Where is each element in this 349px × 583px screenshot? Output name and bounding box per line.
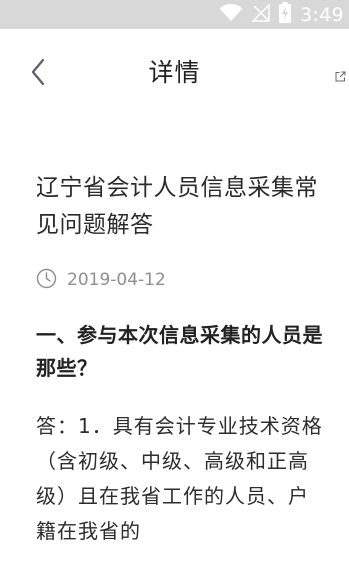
page-title: 详情 bbox=[148, 58, 201, 87]
article-meta: 2019-04-12 bbox=[36, 268, 326, 292]
status-time: 3:49 bbox=[300, 3, 344, 26]
wifi-icon bbox=[219, 3, 243, 26]
battery-charging-icon bbox=[279, 2, 292, 27]
question-heading: 一、参与本次信息采集的人员是那些？ bbox=[36, 323, 323, 380]
article-title: 辽宁省会计人员信息采集常见问题解答 bbox=[36, 175, 318, 238]
article: 辽宁省会计人员信息采集常见问题解答 2019-04-12 一、参与本次信息采集的… bbox=[36, 170, 326, 549]
status-icons: 3:49 bbox=[219, 0, 344, 29]
answer-text: 答：1．具有会计专业技术资格（含初级、中级、高级和正高级）且在我省工作的人员、户… bbox=[36, 414, 323, 543]
share-button[interactable] bbox=[333, 69, 347, 83]
status-bar: 3:49 bbox=[0, 0, 349, 29]
header-bar: 详情 bbox=[0, 29, 349, 119]
publish-date: 2019-04-12 bbox=[67, 270, 166, 290]
no-signal-icon bbox=[251, 2, 270, 26]
clock-icon bbox=[36, 268, 57, 293]
share-icon bbox=[335, 67, 346, 86]
